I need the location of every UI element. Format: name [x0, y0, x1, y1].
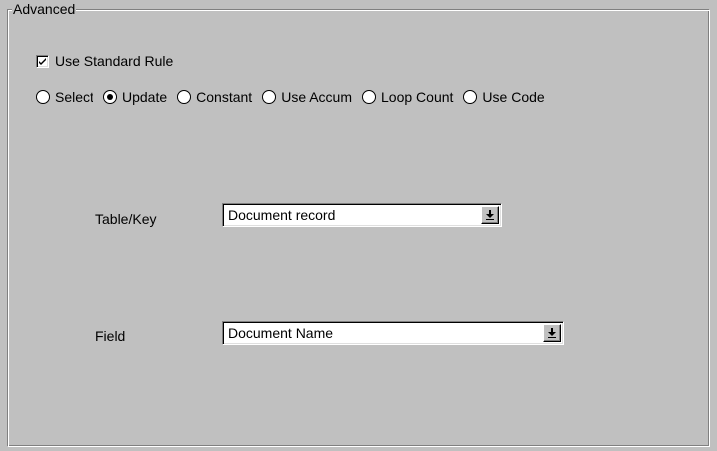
- radio-label: Constant: [196, 89, 253, 105]
- dropdown-arrow-icon: [486, 210, 494, 220]
- groupbox-title: Advanced: [12, 0, 77, 18]
- radio-button[interactable]: [36, 90, 50, 104]
- table-key-value: Document record: [228, 207, 336, 223]
- radio-select[interactable]: Select: [36, 88, 93, 106]
- radio-selected-dot: [107, 94, 113, 100]
- use-standard-rule-label: Use Standard Rule: [55, 53, 174, 69]
- use-standard-rule-checkbox[interactable]: Use Standard Rule: [36, 52, 173, 70]
- radio-label: Use Accum: [281, 89, 353, 105]
- field-dropdown[interactable]: Document Name: [222, 321, 564, 345]
- advanced-panel: Advanced Use Standard Rule Select Update…: [0, 0, 717, 451]
- radio-label: Loop Count: [381, 89, 454, 105]
- advanced-groupbox: Advanced: [7, 0, 710, 447]
- radio-button[interactable]: [177, 90, 192, 104]
- table-key-dropdown[interactable]: Document record: [222, 203, 502, 227]
- radio-use-accum[interactable]: Use Accum: [262, 88, 352, 106]
- dropdown-arrow-icon: [548, 328, 556, 338]
- radio-button[interactable]: [463, 90, 478, 104]
- radio-loop-count[interactable]: Loop Count: [362, 88, 453, 106]
- radio-label: Select: [55, 89, 93, 105]
- radio-button[interactable]: [103, 90, 117, 104]
- table-key-dropdown-button[interactable]: [481, 206, 499, 224]
- radio-button[interactable]: [262, 90, 277, 104]
- source-radio-group: Select Update Constant Use Accum Loop Co…: [36, 88, 545, 106]
- radio-constant[interactable]: Constant: [177, 88, 252, 106]
- field-label: Field: [95, 328, 126, 344]
- radio-label: Update: [122, 89, 168, 105]
- radio-label: Use Code: [482, 89, 545, 105]
- check-icon: [39, 57, 46, 65]
- radio-button[interactable]: [362, 90, 377, 104]
- table-key-label: Table/Key: [95, 211, 157, 227]
- field-value: Document Name: [228, 325, 334, 341]
- checkbox-box[interactable]: [36, 54, 49, 68]
- radio-use-code[interactable]: Use Code: [463, 88, 545, 106]
- field-dropdown-button[interactable]: [543, 324, 561, 342]
- radio-update[interactable]: Update: [103, 88, 167, 106]
